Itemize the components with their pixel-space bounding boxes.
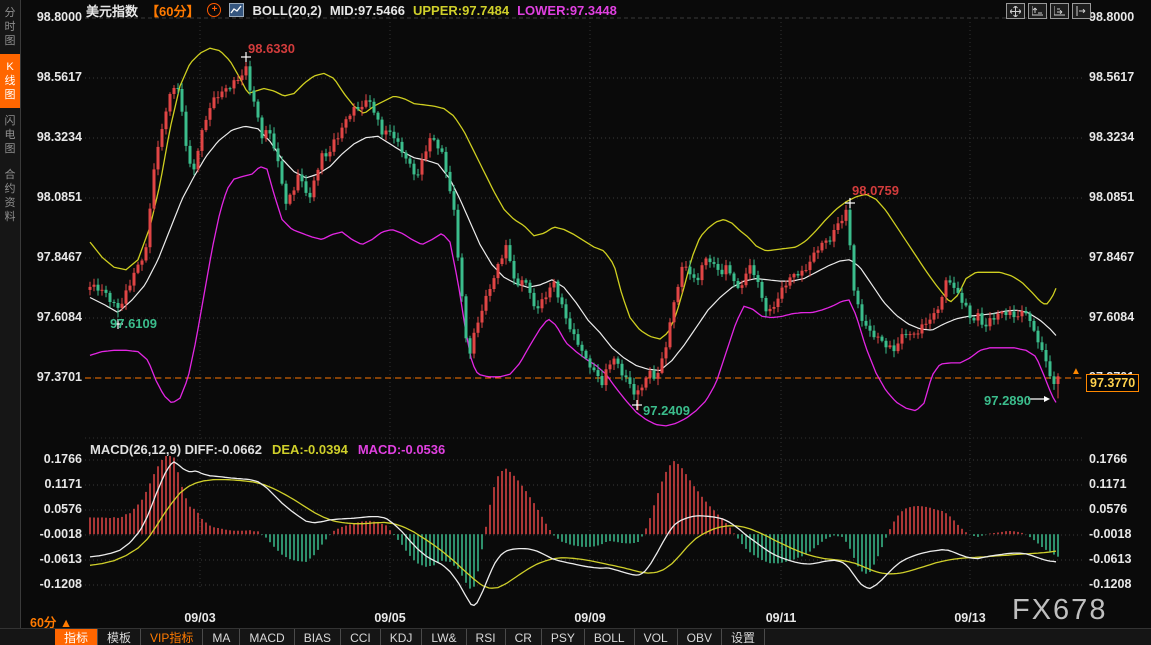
chart-type-sidebar: 分 时 图K 线 图闪 电 图合 约 资 料 xyxy=(0,0,21,645)
boll-lower-value: LOWER:97.3448 xyxy=(517,3,617,18)
toolbar-item-PSY[interactable]: PSY xyxy=(542,629,585,645)
date-label: 09/11 xyxy=(758,611,804,625)
line xyxy=(90,167,1056,426)
toolbar-item-MA[interactable]: MA xyxy=(203,629,240,645)
pane-up-icon[interactable] xyxy=(1028,3,1047,19)
boll-mid-value: MID:97.5466 xyxy=(330,3,405,18)
chart-canvas[interactable] xyxy=(0,0,1151,645)
macd-axis-right-tick: -0.0613 xyxy=(1089,552,1131,566)
toolbar-item-CCI[interactable]: CCI xyxy=(341,629,381,645)
sidebar-tab-4[interactable]: 合 约 资 料 xyxy=(0,162,20,230)
period-tag[interactable]: 【60分】 xyxy=(146,1,199,20)
indicator-toolbar: 指标模板VIP指标MAMACDBIASCCIKDJLW&RSICRPSYBOLL… xyxy=(0,628,1151,645)
price-annotation: 97.6109 xyxy=(110,316,157,331)
toolbar-item-BIAS[interactable]: BIAS xyxy=(295,629,341,645)
toolbar-item-模板[interactable]: 模板 xyxy=(98,629,141,645)
toolbar-item-OBV[interactable]: OBV xyxy=(678,629,722,645)
toolbar-item-VIP指标[interactable]: VIP指标 xyxy=(141,629,203,645)
macd-axis-left-tick: 0.1171 xyxy=(26,477,82,491)
price-axis-left-tick: 98.0851 xyxy=(26,190,82,204)
boll-label: BOLL(20,2) xyxy=(252,3,321,18)
macd-axis-right-tick: -0.1208 xyxy=(1089,577,1131,591)
boll-upper-value: UPPER:97.7484 xyxy=(413,3,509,18)
price-annotation: 98.0759 xyxy=(852,183,899,198)
price-marker-arrow-icon: ▲ xyxy=(1071,366,1081,377)
watermark: FX678 xyxy=(1012,594,1107,627)
price-axis-left-tick: 97.6084 xyxy=(26,310,82,324)
symbol-name: 美元指数 xyxy=(86,1,138,20)
price-annotation: 98.6330 xyxy=(248,41,295,56)
macd-axis-left-tick: 0.1766 xyxy=(26,452,82,466)
toolbar-item-BOLL[interactable]: BOLL xyxy=(585,629,635,645)
line xyxy=(90,462,1056,606)
toolbar-item-设置[interactable]: 设置 xyxy=(722,629,765,645)
macd-axis-left-tick: -0.1208 xyxy=(26,577,82,591)
toolbar-item-LW&[interactable]: LW& xyxy=(422,629,466,645)
macd-name-diff: MACD(26,12,9) DIFF:-0.0662 xyxy=(90,442,262,457)
price-annotation: 97.2890 xyxy=(984,393,1031,408)
add-indicator-icon[interactable]: + xyxy=(207,3,221,17)
current-price-marker: 97.3770 xyxy=(1086,374,1139,392)
date-label: 09/13 xyxy=(947,611,993,625)
toolbar-item-VOL[interactable]: VOL xyxy=(635,629,678,645)
line xyxy=(90,480,1056,589)
crosshair-icon[interactable] xyxy=(1006,3,1025,19)
chart-style-icon[interactable] xyxy=(229,3,244,17)
macd-axis-left-tick: -0.0018 xyxy=(26,527,82,541)
toolbar-item-MACD[interactable]: MACD xyxy=(240,629,294,645)
price-axis-right-tick: 98.3234 xyxy=(1089,130,1134,144)
price-axis-left-tick: 97.8467 xyxy=(26,250,82,264)
pane-shift-icon[interactable] xyxy=(1072,3,1091,19)
pane-right-icon[interactable] xyxy=(1050,3,1069,19)
toolbar-item-指标[interactable]: 指标 xyxy=(55,629,98,645)
toolbar-item-KDJ[interactable]: KDJ xyxy=(381,629,423,645)
date-label: 09/05 xyxy=(367,611,413,625)
price-axis-right-tick: 97.8467 xyxy=(1089,250,1134,264)
price-axis-right-tick: 98.0851 xyxy=(1089,190,1134,204)
window-controls xyxy=(1006,3,1091,19)
macd-axis-right-tick: 0.1766 xyxy=(1089,452,1127,466)
toolbar-item-RSI[interactable]: RSI xyxy=(467,629,506,645)
macd-axis-left-tick: -0.0613 xyxy=(26,552,82,566)
sidebar-tab-1[interactable]: 分 时 图 xyxy=(0,0,20,54)
macd-macd-value: MACD:-0.0536 xyxy=(358,442,445,457)
macd-header: MACD(26,12,9) DIFF:-0.0662 DEA:-0.0394 M… xyxy=(90,442,445,457)
price-axis-right-tick: 98.8000 xyxy=(1089,10,1134,24)
macd-axis-left-tick: 0.0576 xyxy=(26,502,82,516)
macd-axis-right-tick: 0.1171 xyxy=(1089,477,1127,491)
macd-axis-right-tick: -0.0018 xyxy=(1089,527,1131,541)
macd-dea-value: DEA:-0.0394 xyxy=(272,442,348,457)
macd-axis-right-tick: 0.0576 xyxy=(1089,502,1127,516)
date-label: 09/03 xyxy=(177,611,223,625)
sidebar-tab-3[interactable]: 闪 电 图 xyxy=(0,108,20,162)
price-axis-left-tick: 98.8000 xyxy=(26,10,82,24)
chart-header: 美元指数 【60分】 + BOLL(20,2) MID:97.5466 UPPE… xyxy=(86,2,617,18)
price-axis-left-tick: 98.5617 xyxy=(26,70,82,84)
sidebar-tab-2[interactable]: K 线 图 xyxy=(0,54,20,108)
price-annotation: 97.2409 xyxy=(643,403,690,418)
price-axis-left-tick: 98.3234 xyxy=(26,130,82,144)
date-label: 09/09 xyxy=(567,611,613,625)
toolbar-item-CR[interactable]: CR xyxy=(506,629,542,645)
trading-app-window: 分 时 图K 线 图闪 电 图合 约 资 料 美元指数 【60分】 + BOLL… xyxy=(0,0,1151,645)
price-axis-left-tick: 97.3701 xyxy=(26,370,82,384)
price-axis-right-tick: 97.6084 xyxy=(1089,310,1134,324)
line xyxy=(90,48,1056,339)
price-axis-right-tick: 98.5617 xyxy=(1089,70,1134,84)
